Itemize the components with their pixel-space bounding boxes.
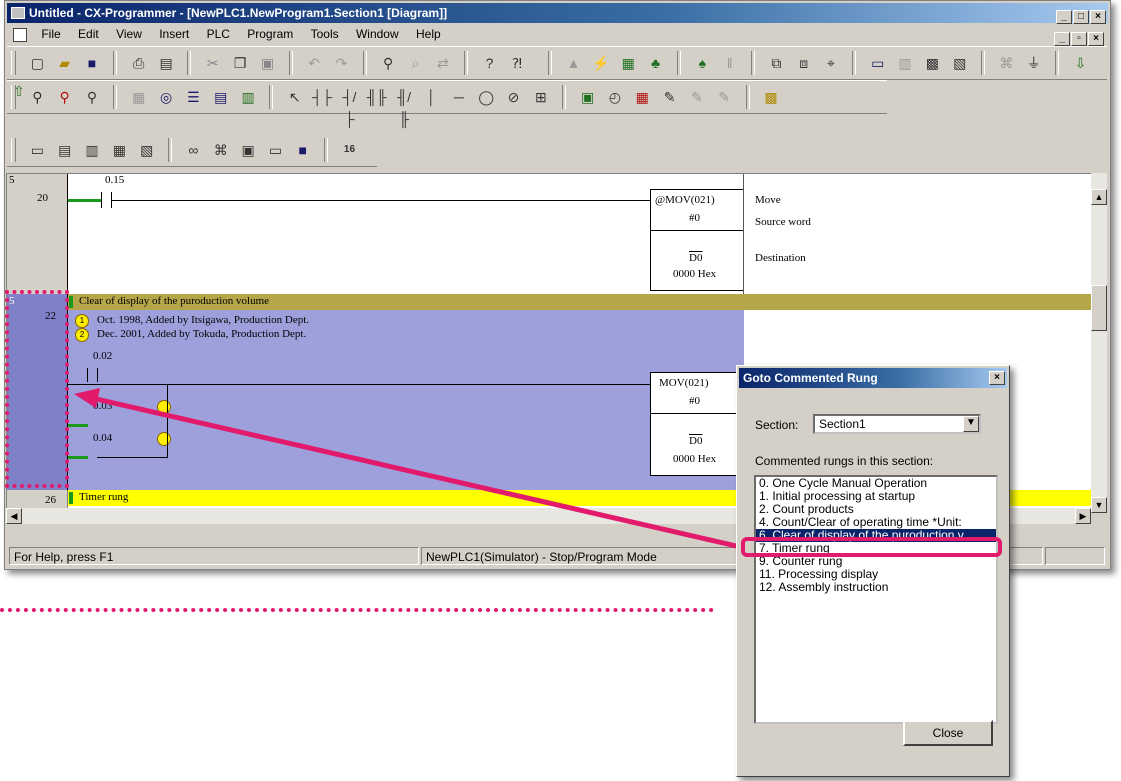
close-button[interactable]: Close (903, 720, 993, 746)
chevron-down-icon[interactable]: ▼ (963, 416, 979, 432)
list-label: Commented rungs in this section: (755, 454, 934, 468)
section-label: Section: (755, 418, 799, 432)
goto-commented-rung-dialog: Goto Commented Rung × Section: Section1 … (736, 365, 1010, 777)
dialog-title: Goto Commented Rung (743, 371, 878, 385)
section-value: Section1 (819, 417, 866, 431)
section-select[interactable]: Section1 ▼ (813, 414, 981, 434)
selected-item-highlight (741, 537, 1002, 557)
commented-rung-list[interactable]: 0. One Cycle Manual Operation 1. Initial… (754, 475, 998, 724)
dialog-close-icon[interactable]: × (989, 371, 1005, 385)
list-item[interactable]: 12. Assembly instruction (756, 581, 996, 594)
dialog-title-bar[interactable]: Goto Commented Rung × (739, 368, 1007, 388)
